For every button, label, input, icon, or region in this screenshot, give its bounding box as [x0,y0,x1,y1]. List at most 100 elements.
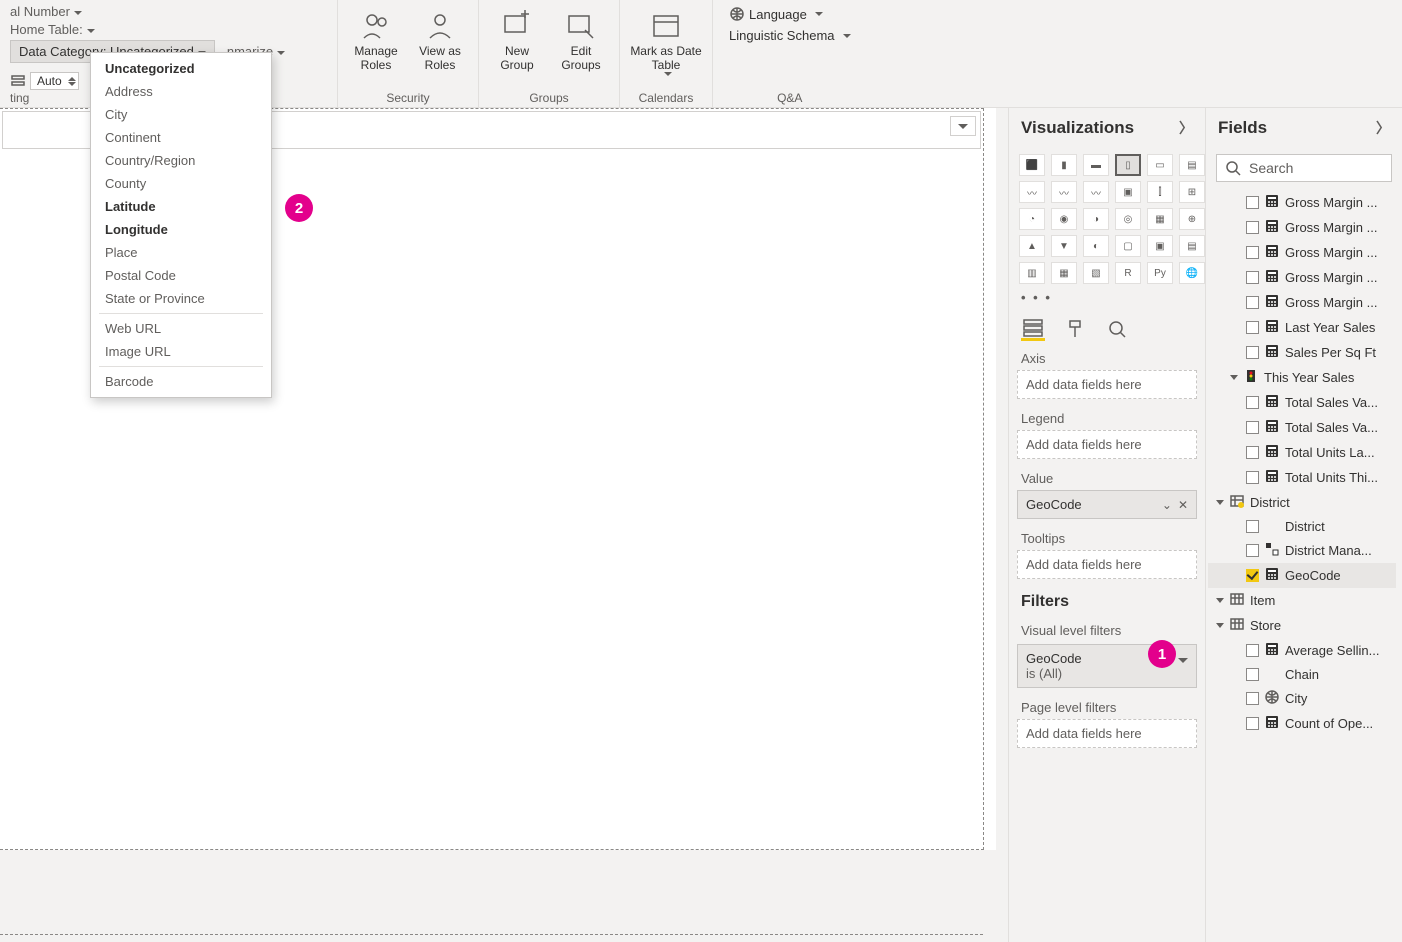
viz-type-button[interactable]: R [1115,262,1141,284]
analytics-tab[interactable] [1105,317,1129,341]
category-option[interactable]: County [91,172,271,195]
viz-type-button[interactable]: ⫿ [1147,181,1173,203]
field-checkbox[interactable] [1246,446,1259,459]
field-checkbox[interactable] [1246,644,1259,657]
field-node[interactable]: GeoCode [1208,563,1396,588]
tooltips-well[interactable]: Add data fields here [1017,550,1197,579]
field-checkbox[interactable] [1246,346,1259,359]
field-checkbox[interactable] [1246,196,1259,209]
viz-type-button[interactable]: 〰 [1083,181,1109,203]
category-option[interactable]: Place [91,241,271,264]
field-checkbox[interactable] [1246,396,1259,409]
field-node[interactable]: Gross Margin ... [1208,240,1396,265]
field-node[interactable]: District Mana... [1208,538,1396,563]
viz-type-button[interactable]: ◔ [1019,208,1045,230]
field-checkbox[interactable] [1246,246,1259,259]
new-group-button[interactable]: New Group [489,4,545,72]
table-node[interactable]: Store [1208,613,1396,638]
field-node[interactable]: Average Sellin... [1208,638,1396,663]
viz-type-button[interactable]: ▢ [1115,235,1141,257]
field-node[interactable]: Count of Ope... [1208,711,1396,736]
viz-type-button[interactable]: Py [1147,262,1173,284]
field-node[interactable]: Gross Margin ... [1208,215,1396,240]
viz-type-button[interactable]: ▼ [1051,235,1077,257]
field-node[interactable]: Chain [1208,663,1396,686]
table-node[interactable]: Item [1208,588,1396,613]
filter-expand-icon[interactable] [1178,651,1188,666]
edit-groups-button[interactable]: Edit Groups [553,4,609,72]
field-checkbox[interactable] [1246,520,1259,533]
viz-type-button[interactable]: ▦ [1147,208,1173,230]
viz-type-button[interactable]: 〰 [1051,181,1077,203]
field-node[interactable]: Total Sales Va... [1208,390,1396,415]
field-checkbox[interactable] [1246,717,1259,730]
field-node[interactable]: Gross Margin ... [1208,290,1396,315]
field-checkbox[interactable] [1246,692,1259,705]
viz-type-button[interactable]: ⬛ [1019,154,1045,176]
category-option[interactable]: Postal Code [91,264,271,287]
value-well[interactable]: GeoCode ⌄✕ [1017,490,1197,519]
axis-well[interactable]: Add data fields here [1017,370,1197,399]
al-number-dropdown[interactable]: al Number [10,4,82,19]
field-checkbox[interactable] [1246,471,1259,484]
home-table-dropdown[interactable]: Home Table: [10,22,95,37]
category-option[interactable]: Image URL [91,340,271,363]
viz-type-button[interactable]: ◑ [1083,208,1109,230]
viz-type-button[interactable]: ▬ [1083,154,1109,176]
field-checkbox[interactable] [1246,296,1259,309]
field-checkbox[interactable] [1246,221,1259,234]
viz-type-button[interactable]: ▣ [1115,181,1141,203]
viz-type-button[interactable]: ⊕ [1179,208,1205,230]
field-node[interactable]: Total Sales Va... [1208,415,1396,440]
viz-more-button[interactable]: • • • [1009,290,1205,311]
field-node[interactable]: Sales Per Sq Ft [1208,340,1396,365]
field-checkbox[interactable] [1246,421,1259,434]
manage-roles-button[interactable]: Manage Roles [348,4,404,72]
format-tab[interactable] [1063,317,1087,341]
viz-type-button[interactable]: ▧ [1083,262,1109,284]
field-node[interactable]: Gross Margin ... [1208,190,1396,215]
category-option[interactable]: Uncategorized [91,57,271,80]
viz-type-button[interactable]: ⊞ [1179,181,1205,203]
viz-type-button[interactable]: ▦ [1051,262,1077,284]
field-checkbox[interactable] [1246,569,1259,582]
fields-tab[interactable] [1021,317,1045,341]
visual-options-chevron[interactable] [950,116,976,136]
category-option[interactable]: Latitude [91,195,271,218]
field-node[interactable]: City [1208,686,1396,711]
viz-type-button[interactable]: ▥ [1019,262,1045,284]
category-option[interactable]: Barcode [91,370,271,393]
viz-type-button[interactable]: ▮ [1051,154,1077,176]
viz-type-button[interactable]: ▤ [1179,235,1205,257]
expand-icon[interactable] [1216,500,1224,505]
category-option[interactable]: Address [91,80,271,103]
viz-type-button[interactable]: 🌐 [1179,262,1205,284]
field-checkbox[interactable] [1246,271,1259,284]
legend-well[interactable]: Add data fields here [1017,430,1197,459]
category-option[interactable]: Country/Region [91,149,271,172]
category-option[interactable]: Continent [91,126,271,149]
page-filters-well[interactable]: Add data fields here [1017,719,1197,748]
field-node[interactable]: Last Year Sales [1208,315,1396,340]
field-checkbox[interactable] [1246,544,1259,557]
viz-type-button[interactable]: ▲ [1019,235,1045,257]
viz-type-button[interactable]: ◎ [1115,208,1141,230]
expand-icon[interactable] [1216,623,1224,628]
collapse-viz-pane[interactable]: 〉 [1179,118,1193,138]
value-remove-icon[interactable]: ✕ [1178,498,1188,512]
expand-icon[interactable] [1216,598,1224,603]
viz-type-button[interactable]: ▭ [1147,154,1173,176]
collapse-fields-pane[interactable]: 〉 [1376,118,1390,138]
field-node[interactable]: Total Units La... [1208,440,1396,465]
viz-type-button[interactable]: ▯ [1115,154,1141,176]
viz-type-button[interactable]: ▣ [1147,235,1173,257]
language-dropdown[interactable]: Language [723,4,829,24]
field-node[interactable]: District [1208,515,1396,538]
fields-search[interactable]: Search [1216,154,1392,182]
viz-type-button[interactable]: ◉ [1051,208,1077,230]
category-option[interactable]: City [91,103,271,126]
field-node[interactable]: Gross Margin ... [1208,265,1396,290]
mark-date-table-button[interactable]: Mark as Date Table [630,4,702,76]
value-chevron-icon[interactable]: ⌄ [1162,498,1172,512]
field-checkbox[interactable] [1246,321,1259,334]
